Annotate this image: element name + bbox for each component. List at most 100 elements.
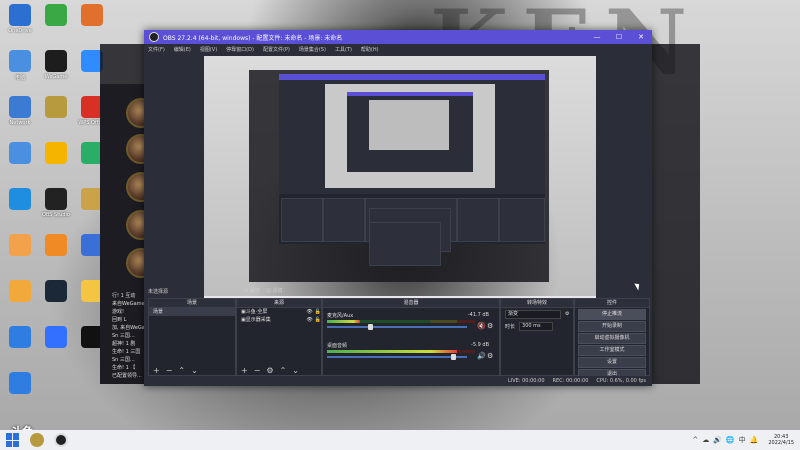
obs-docks: 未选择源 ⚙ 属性 ▤ 滤镜 场景 场景 + − ⌃ ⌄ 来源 ▣ 斗鱼·全屏 👁… [144,288,652,386]
gear-icon[interactable]: ⚙ [565,311,569,317]
desktop-icon-label: OneDrive [8,28,32,34]
app-icon [81,4,103,26]
control-button[interactable]: 工作室模式 [578,345,646,356]
preview-canvas[interactable] [204,56,596,306]
eye-icon[interactable]: 👁 [306,316,312,324]
taskbar: ^ ☁ 🔊 🌐 中 🔔 20:43 2022/4/15 [0,430,800,450]
up-icon[interactable]: ⌃ [280,366,287,375]
down-icon[interactable]: ⌄ [292,366,299,375]
eye-icon[interactable]: 👁 [306,308,312,316]
tray-icon[interactable]: ^ [692,436,698,444]
channel-name: 桌面音频 [327,343,348,349]
source-label: 斗鱼·全屏 [245,309,268,315]
menu-item[interactable]: 视图(V) [200,46,217,53]
add-icon[interactable]: + [241,366,248,375]
control-button[interactable]: 停止推流 [578,309,646,320]
lock-icon[interactable]: 🔓 [315,308,321,316]
network-icon [9,96,31,118]
source-item[interactable]: ▣ 斗鱼·全屏 👁 🔓 [237,308,321,316]
menu-item[interactable]: 工具(T) [335,46,352,53]
live-status: LIVE: 00:00:00 [507,378,545,384]
tray-icon[interactable]: ☁ [702,436,709,444]
volume-slider[interactable] [327,354,467,360]
clock[interactable]: 20:43 2022/4/15 [768,434,794,446]
transitions-header: 转场特效 [501,299,573,308]
edit-icon [45,234,67,256]
obs-taskbar-icon[interactable] [54,433,68,447]
speaker-icon[interactable]: 🔊 [477,352,486,360]
gear-icon[interactable]: ⚙ [487,352,493,360]
level-meter [327,350,475,353]
computer-icon [9,50,31,72]
lock-icon[interactable]: 🔓 [315,316,321,324]
tray-icon[interactable]: 🔔 [750,436,759,444]
bg-right-slots [654,90,700,104]
menu-item[interactable]: 停靠窗口(D) [226,46,254,53]
obs-logo-icon [149,32,159,42]
desktop-icon[interactable] [70,4,114,28]
system-tray: ^ ☁ 🔊 🌐 中 🔔 [692,435,762,445]
menu-item[interactable]: 文件(F) [148,46,165,53]
no-source-label: 未选择源 [148,289,169,295]
controls-header: 控件 [575,299,649,308]
transition-select[interactable]: 渐变 [505,309,561,319]
wegame-icon [45,50,67,72]
channel-db: -41.7 dB [467,312,489,318]
muted-speaker-icon[interactable]: 🔇 [477,322,486,330]
source-item[interactable]: ▣ 显示器采集 👁 🔓 [237,316,321,324]
down-icon[interactable]: ⌄ [191,366,198,375]
remove-icon[interactable]: − [166,366,173,375]
obs-titlebar[interactable]: OBS 27.2.4 (64-bit, windows) - 配置文件: 未命名… [144,30,652,44]
close-button[interactable]: ✕ [630,33,652,41]
level-meter [327,320,475,323]
menu-bar: 文件(F) 编辑(E) 视图(V) 停靠窗口(D) 配置文件(P) 场景集合(S) 工具(T… [144,44,652,54]
properties-button[interactable]: ⚙ 属性 [244,287,260,294]
menu-item[interactable]: 配置文件(P) [263,46,290,53]
remove-icon[interactable]: − [254,366,261,375]
store-icon [9,326,31,348]
duration-input[interactable]: 300 ms [519,321,554,331]
desktop-icon[interactable] [0,372,42,396]
volume-slider[interactable] [327,324,467,330]
tray-icon[interactable]: 🌐 [726,436,735,444]
tool-icon [9,280,31,302]
filters-button[interactable]: ▤ 滤镜 [266,287,282,294]
gear-icon[interactable]: ⚙ [266,366,273,375]
mixer-channel: 桌面音频 -5.9 dB 🔊 ⚙ [327,342,493,364]
obs-window[interactable]: OBS 27.2.4 (64-bit, windows) - 配置文件: 未命名… [144,30,652,386]
control-button[interactable]: 启动虚拟摄像机 [578,333,646,344]
desktop-icon-label: WeGame [44,74,68,80]
scene-item[interactable]: 场景 [149,308,235,316]
tray-icon[interactable]: 中 [739,435,746,445]
start-button[interactable] [6,433,20,447]
sync-icon [9,372,31,394]
control-button[interactable]: 设置 [578,357,646,368]
mixer-panel: 混音器 麦克风/Aux -41.7 dB 🔇 ⚙ 桌面音频 -5.9 dB 🔊 ⚙ [322,298,500,376]
edge-icon [9,188,31,210]
minimize-button[interactable]: — [586,33,608,41]
control-button[interactable]: 开始录制 [578,321,646,332]
rec-status: REC: 00:00:00 [552,378,589,384]
feishu-icon [45,326,67,348]
tray-icon[interactable]: 🔊 [713,436,722,444]
mixer-channel: 麦克风/Aux -41.7 dB 🔇 ⚙ [327,312,493,334]
menu-item[interactable]: 场景集合(S) [299,46,326,53]
lol-icon [45,96,67,118]
scenes-panel: 场景 场景 + − ⌃ ⌄ [148,298,236,376]
window-title: OBS 27.2.4 (64-bit, windows) - 配置文件: 未命名… [163,34,343,42]
preview-obs [279,74,545,266]
mixer-header: 混音器 [323,299,499,308]
sources-header: 来源 [237,299,321,308]
downloader-icon [9,234,31,256]
browser-icon [45,4,67,26]
menu-item[interactable]: 帮助(H) [361,46,379,53]
gear-icon[interactable]: ⚙ [487,322,493,330]
up-icon[interactable]: ⌃ [178,366,185,375]
control-panel-icon [9,142,31,164]
menu-item[interactable]: 编辑(E) [174,46,191,53]
lol-taskbar-icon[interactable] [30,433,44,447]
duration-label: 时长 [505,323,516,330]
add-icon[interactable]: + [153,366,160,375]
transitions-panel: 转场特效 渐变 ⚙ 时长 300 ms [500,298,574,376]
maximize-button[interactable]: ☐ [608,33,630,41]
